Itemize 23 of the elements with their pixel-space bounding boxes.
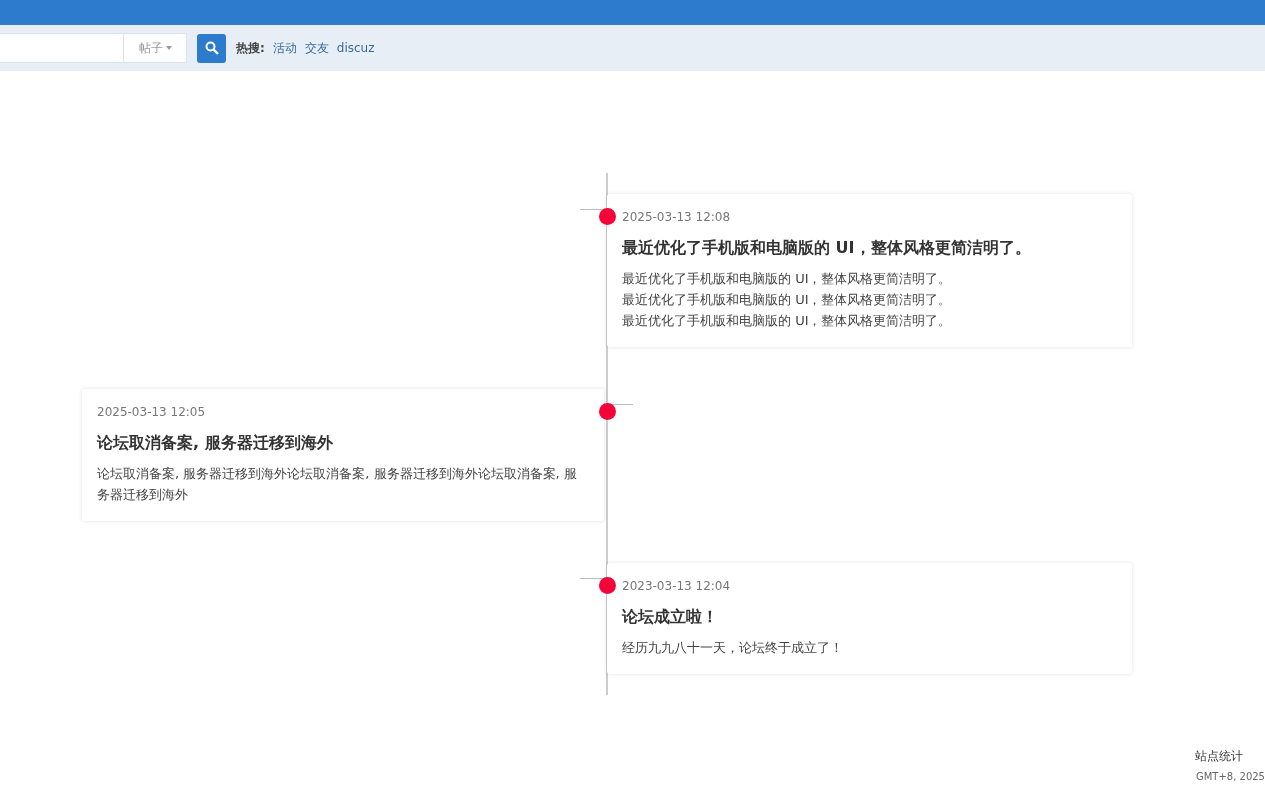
post-time: 2025-03-13 12:05 xyxy=(97,405,207,419)
search-field[interactable] xyxy=(0,33,123,63)
hot-search-label: 热搜: xyxy=(236,39,265,57)
post-body: 论坛取消备案, 服务器迁移到海外论坛取消备案, 服务器迁移到海外论坛取消备案, 服务器迁移到海外 xyxy=(97,465,578,504)
timeline-dot xyxy=(599,208,616,225)
search-icon xyxy=(204,41,219,55)
post-title: 论坛取消备案, 服务器迁移到海外 xyxy=(97,433,334,454)
site-stats-link[interactable]: 站点统计 xyxy=(1195,748,1243,765)
post-title: 最近优化了手机版和电脑版的 UI，整体风格更简洁明了。 xyxy=(622,238,1032,259)
post-time: 2025-03-13 12:08 xyxy=(622,210,732,224)
hot-search-link[interactable]: 活动 xyxy=(272,39,297,57)
post-title: 论坛成立啦！ xyxy=(622,607,719,628)
hot-search-link[interactable]: discuz xyxy=(336,41,375,55)
caret-icon xyxy=(165,46,172,50)
hot-search-link[interactable]: 交友 xyxy=(304,39,329,57)
timeline-dot xyxy=(599,577,616,594)
post-body: 经历九九八十一天，论坛终于成立了！ xyxy=(622,639,844,657)
post-time: 2023-03-13 12:04 xyxy=(622,579,732,593)
search-button[interactable] xyxy=(197,33,226,63)
search-type-select[interactable]: 帖子 xyxy=(123,33,187,63)
timeline-dot xyxy=(599,403,616,420)
timezone-text: GMT+8, 2025 xyxy=(1195,771,1265,782)
post-body: 最近优化了手机版和电脑版的 UI，整体风格更简洁明了。 最近优化了手机版和电脑版的 UI，整体风格更简洁明了。 最近优化了手机版和电脑版的 UI，整体风格更简洁明了。 xyxy=(622,270,953,330)
